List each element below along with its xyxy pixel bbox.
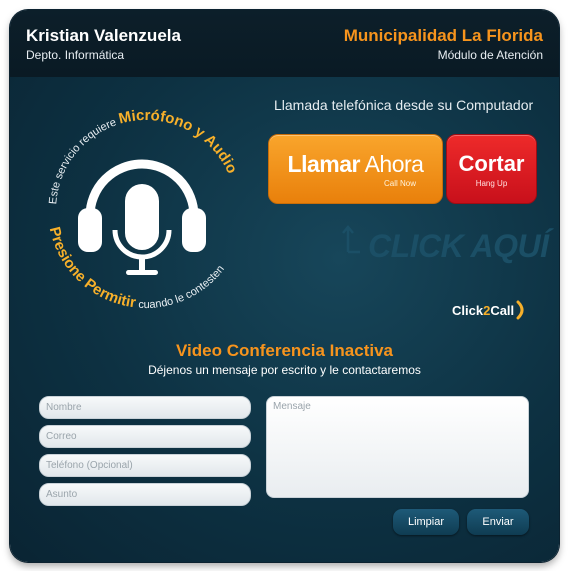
phone-field[interactable]	[39, 454, 251, 477]
organization-name: Municipalidad La Florida	[343, 26, 543, 45]
headset-microphone-icon	[78, 159, 206, 275]
message-field[interactable]	[266, 396, 529, 498]
call-now-button[interactable]: Llamar Ahora Call Now	[268, 134, 443, 204]
hang-up-label: Cortar	[458, 151, 525, 176]
mic-permission-panel: Este servicio requiere Micrófono y Audio…	[46, 107, 241, 311]
subject-field[interactable]	[39, 483, 251, 506]
click-here-label: CLICK AQUÍ	[368, 228, 549, 264]
agent-name: Kristian Valenzuela	[26, 26, 181, 45]
hang-up-sublabel: Hang Up	[475, 179, 508, 188]
call-now-label-bold: Llamar	[287, 151, 361, 177]
clear-button[interactable]: Limpiar	[393, 509, 459, 535]
click2call-logo: Click2Call	[452, 300, 527, 320]
call-title: Llamada telefónica desde su Computador	[274, 97, 534, 113]
name-field[interactable]	[39, 396, 251, 419]
arrow-up-icon	[342, 225, 360, 254]
phone-handset-icon	[516, 300, 524, 320]
call-now-sublabel: Call Now	[383, 179, 416, 188]
widget-header: Kristian Valenzuela Depto. Informática M…	[10, 10, 559, 77]
call-now-label-light: Ahora	[359, 151, 424, 177]
call-widget: Kristian Valenzuela Depto. Informática M…	[10, 10, 559, 562]
hang-up-button[interactable]: Cortar Hang Up	[446, 134, 537, 204]
agent-department: Depto. Informática	[26, 48, 125, 62]
email-field[interactable]	[39, 425, 251, 448]
video-status-subtitle: Déjenos un mensaje por escrito y le cont…	[148, 363, 421, 377]
module-name: Módulo de Atención	[437, 48, 543, 62]
send-button[interactable]: Enviar	[467, 509, 529, 535]
video-status-title: Video Conferencia Inactiva	[176, 341, 393, 360]
